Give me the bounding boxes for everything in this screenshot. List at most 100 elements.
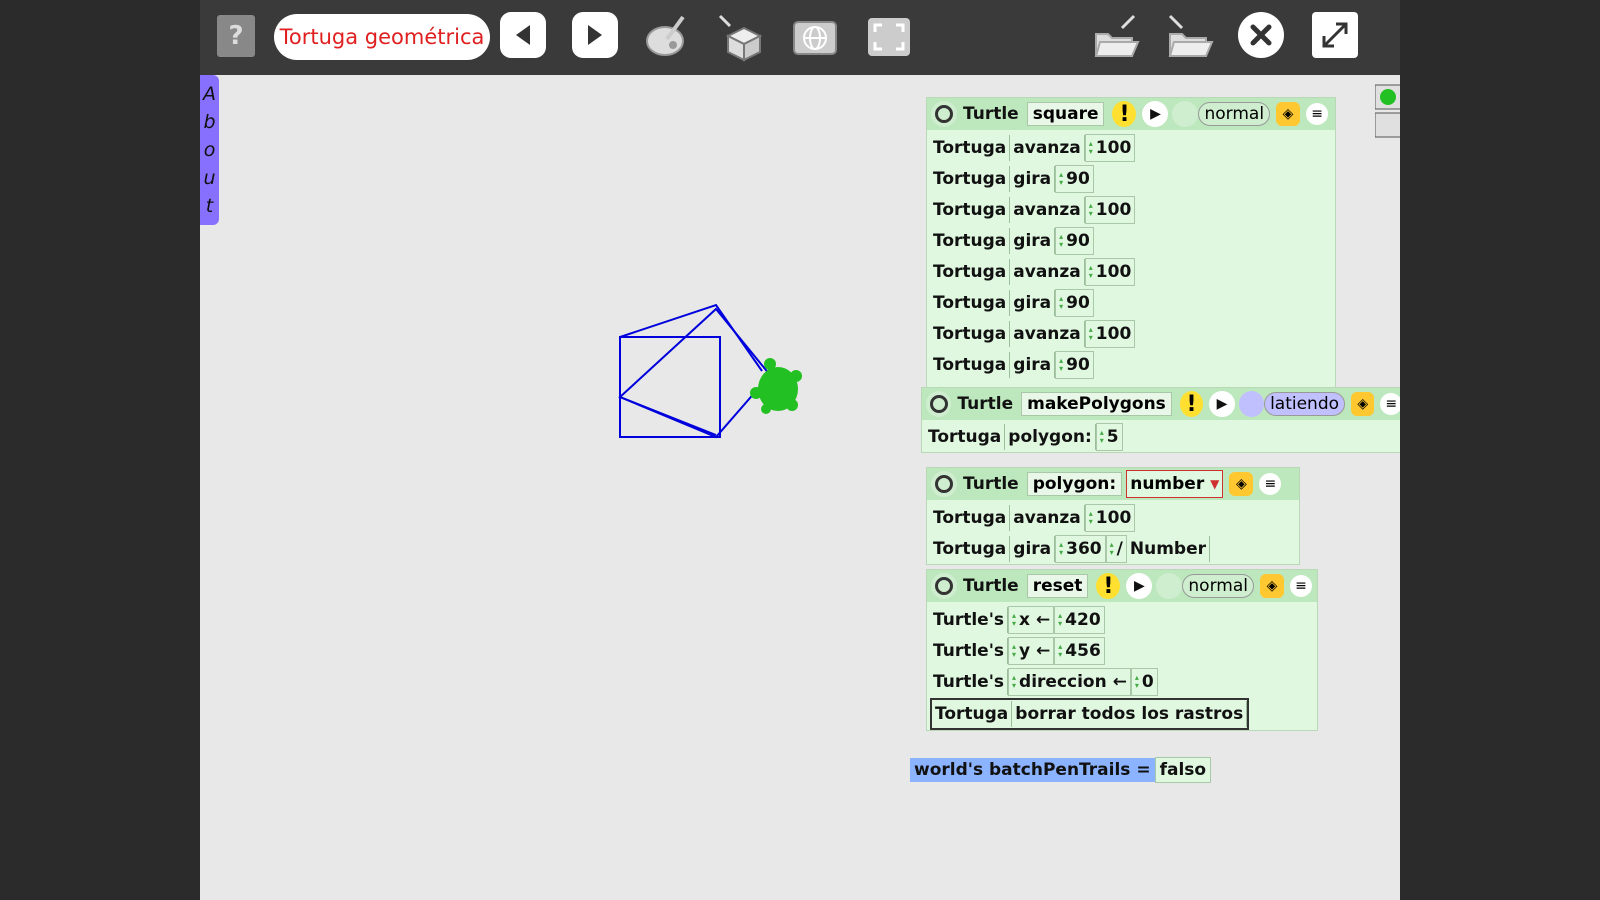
expand-button[interactable]	[1312, 12, 1358, 58]
menu-icon[interactable]: ≡	[1306, 103, 1329, 125]
tile-row[interactable]: Tortugagira90	[930, 351, 1094, 379]
tile-operator[interactable]: /	[1105, 535, 1127, 563]
tile-argument[interactable]: 100	[1084, 504, 1136, 532]
fire-once-button[interactable]: !	[1112, 101, 1137, 127]
fullscreen-icon	[868, 18, 910, 56]
tile-value[interactable]: 0	[1130, 668, 1158, 696]
clock-icon[interactable]	[1172, 101, 1199, 127]
help-button[interactable]: ?	[217, 15, 255, 57]
fire-once-button[interactable]: !	[1179, 391, 1204, 417]
script-makepolygons[interactable]: Turtle makePolygons ! ▶ latiendo ◈ ≡ Tor…	[921, 387, 1400, 453]
script-name[interactable]: makePolygons	[1021, 392, 1172, 416]
tile-row[interactable]: Tortugagira90	[930, 227, 1094, 255]
script-name[interactable]: reset	[1026, 574, 1089, 598]
next-page-button[interactable]	[572, 12, 618, 58]
script-reset[interactable]: Turtle reset ! ▶ normal ◈ ≡ Tortuga borr…	[926, 569, 1318, 731]
supplies-flap-edge[interactable]	[1374, 81, 1400, 141]
tile-command: avanza	[1010, 135, 1085, 161]
ring-icon	[935, 577, 953, 595]
close-button[interactable]	[1238, 12, 1284, 58]
tile-row[interactable]: Tortugaavanza100	[930, 258, 1136, 286]
menu-icon[interactable]: ≡	[1259, 473, 1282, 495]
paint-icon	[646, 15, 685, 56]
tile-argument[interactable]: 90	[1055, 227, 1094, 255]
tile-command: avanza	[1010, 259, 1085, 285]
object-cube-icon[interactable]: ◈	[1351, 392, 1375, 416]
tile-row[interactable]: Tortugagira360/Number	[930, 535, 1210, 563]
tile-row[interactable]: Tortugaavanza100	[930, 196, 1136, 224]
tile-argument[interactable]: 90	[1055, 289, 1094, 317]
supplies-button[interactable]	[716, 12, 766, 62]
clock-icon[interactable]	[1238, 391, 1265, 417]
script-polygon[interactable]: Turtle polygon: number ▼ ◈ ≡ Tortuga avan…	[926, 467, 1300, 565]
tile-argument[interactable]: 100	[1084, 258, 1136, 286]
tile-row[interactable]: Tortugaavanza100	[930, 504, 1136, 532]
tile-argument[interactable]: 90	[1055, 165, 1094, 193]
tick-status[interactable]: normal	[1198, 102, 1271, 126]
script-square[interactable]: Turtle square ! ▶ normal ◈ ≡ Tortuga avan…	[926, 97, 1336, 395]
script-name[interactable]: polygon:	[1026, 472, 1123, 496]
play-button[interactable]: ▶	[1142, 101, 1169, 127]
tile-row[interactable]: Tortugaavanza100	[930, 320, 1136, 348]
object-cube-icon[interactable]: ◈	[1229, 472, 1254, 496]
toolbar: ? Tortuga geométrica	[200, 0, 1400, 75]
pentagon-outline	[619, 303, 771, 439]
play-button[interactable]: ▶	[1126, 573, 1153, 599]
tile-row[interactable]: Tortugaavanza100	[930, 134, 1136, 162]
collapse-button[interactable]	[926, 391, 952, 417]
tile-row[interactable]: Turtle'sdireccion ←0	[930, 668, 1158, 696]
collapse-button[interactable]	[931, 471, 957, 497]
object-cube-icon[interactable]: ◈	[1276, 102, 1301, 126]
script-header: Turtle reset ! ▶ normal ◈ ≡	[927, 570, 1317, 602]
open-project-button[interactable]	[1092, 12, 1140, 62]
tile-argument[interactable]: 100	[1084, 134, 1136, 162]
clock-icon[interactable]	[1156, 573, 1183, 599]
batch-pen-trails-tile[interactable]: world's batchPenTrails = falso	[910, 757, 1212, 783]
previous-page-button[interactable]	[500, 12, 546, 58]
tile-row[interactable]: Tortugapolygon:5	[925, 423, 1123, 451]
tile-argument[interactable]: 360	[1055, 535, 1106, 563]
menu-icon[interactable]: ≡	[1380, 393, 1400, 415]
tick-status[interactable]: latiendo	[1264, 392, 1346, 416]
parameter-type-select[interactable]: number ▼	[1126, 470, 1224, 498]
tile-variable[interactable]: direccion ←	[1008, 668, 1131, 696]
script-name[interactable]: square	[1026, 102, 1105, 126]
prev-arrow-icon	[516, 25, 530, 45]
help-icon: ?	[228, 21, 244, 51]
tick-status[interactable]: normal	[1182, 574, 1254, 598]
tile-argument[interactable]: 100	[1084, 320, 1136, 348]
tile-object: Tortuga	[930, 135, 1011, 161]
tile-row[interactable]: Tortugagira90	[930, 289, 1094, 317]
tile-row-clear-trails[interactable]: Tortuga borrar todos los rastros	[930, 698, 1250, 730]
tile-variable[interactable]: x ←	[1008, 606, 1055, 634]
ring-icon	[935, 475, 953, 493]
tile-row[interactable]: Turtle'sy ←456	[930, 637, 1105, 665]
tile-object: Tortuga	[930, 166, 1011, 192]
world-canvas[interactable]: About Turtle square ! ▶ normal ◈ ≡ Tortu…	[200, 75, 1400, 900]
world-button[interactable]	[790, 12, 840, 62]
tile-row[interactable]: Tortugagira90	[930, 165, 1094, 193]
project-title[interactable]: Tortuga geométrica	[274, 14, 490, 60]
object-cube-icon[interactable]: ◈	[1259, 574, 1284, 598]
tile-value[interactable]: 420	[1054, 606, 1105, 634]
paint-button[interactable]	[642, 12, 692, 62]
menu-icon[interactable]: ≡	[1289, 575, 1312, 597]
tile-argument[interactable]: 100	[1084, 196, 1136, 224]
share-project-button[interactable]	[1166, 12, 1214, 62]
tile-value[interactable]: 456	[1054, 637, 1105, 665]
tile-argument[interactable]: 90	[1055, 351, 1094, 379]
play-button[interactable]: ▶	[1209, 391, 1235, 417]
collapse-button[interactable]	[931, 573, 957, 599]
fire-once-button[interactable]: !	[1096, 573, 1121, 599]
open-project-icon	[1094, 14, 1140, 57]
fullscreen-button[interactable]	[864, 12, 914, 62]
tile-command: gira	[1010, 352, 1056, 378]
tile-variable[interactable]: y ←	[1008, 637, 1055, 665]
collapse-button[interactable]	[931, 101, 957, 127]
tile-argument[interactable]: 5	[1095, 423, 1123, 451]
tile-object: Turtle's	[930, 669, 1009, 695]
tile-row[interactable]: Turtle'sx ←420	[930, 606, 1105, 634]
close-icon	[1250, 24, 1272, 46]
batch-pen-trails-value[interactable]: falso	[1154, 757, 1212, 783]
chevron-down-icon: ▼	[1210, 477, 1220, 491]
